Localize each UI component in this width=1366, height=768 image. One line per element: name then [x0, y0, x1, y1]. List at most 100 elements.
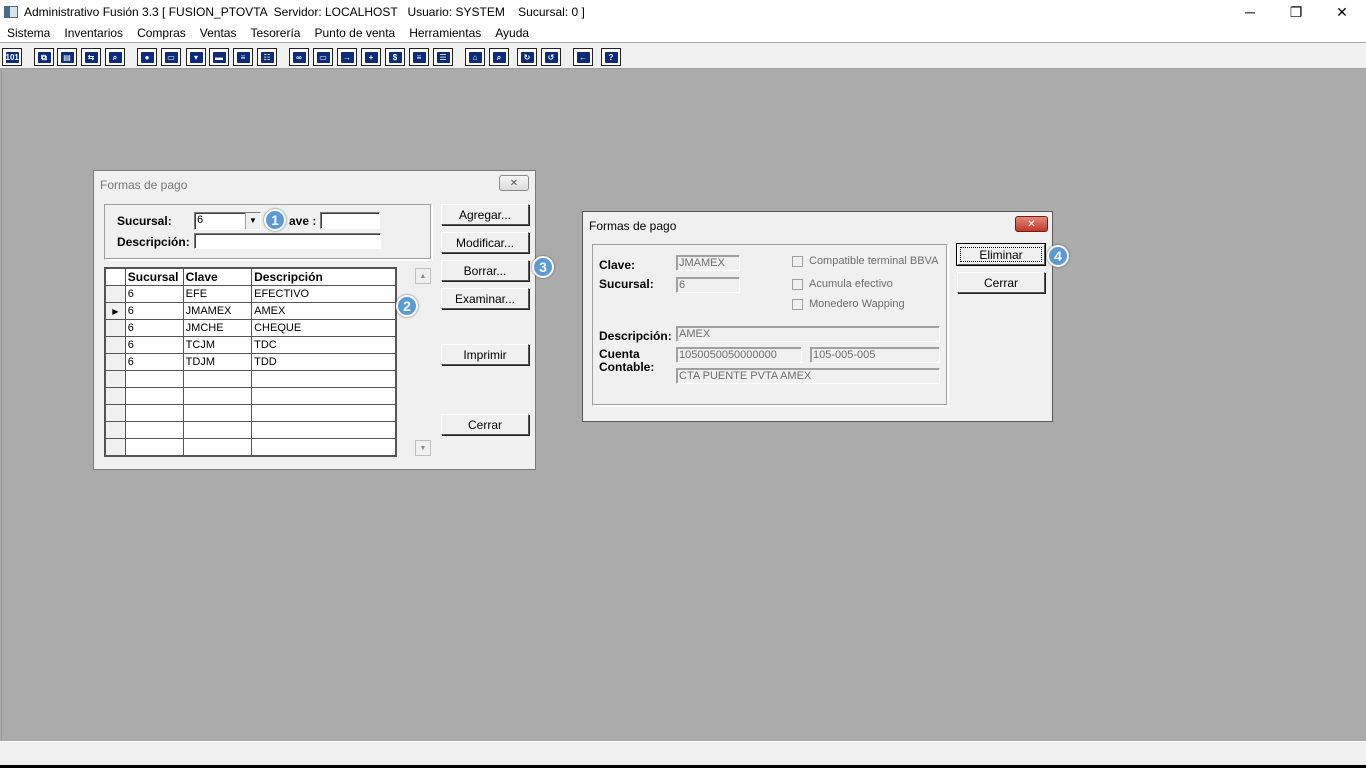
formas-de-pago-grid[interactable]: Sucursal Clave Descripción 6 EFE EFECTIV… — [104, 267, 397, 457]
cuenta-code-field[interactable]: 105-005-005 — [810, 347, 940, 363]
table-row[interactable]: 6 EFE EFECTIVO — [105, 285, 396, 303]
folder-icon[interactable]: ▭ — [161, 48, 181, 66]
back-icon[interactable]: ← — [573, 48, 593, 66]
clave-filter-input[interactable] — [320, 212, 380, 229]
chevron-down-icon[interactable]: ▼ — [245, 213, 260, 229]
grid-scrollbar[interactable] — [415, 267, 432, 457]
window-title: Administrativo Fusión 3.3 [ FUSION_PTOVT… — [24, 5, 585, 19]
clave-field[interactable]: JMAMEX — [676, 255, 740, 271]
binoculars-icon[interactable]: ∞ — [289, 48, 309, 66]
cell-descripcion[interactable]: CHEQUE — [251, 319, 396, 337]
checkbox-box — [792, 255, 803, 267]
cuenta-desc-field[interactable]: CTA PUENTE PVTA AMEX — [676, 368, 940, 384]
cerrar-button[interactable]: Cerrar — [441, 414, 529, 435]
cell-descripcion[interactable]: TDC — [251, 336, 396, 354]
menu-inventarios[interactable]: Inventarios — [57, 26, 130, 40]
table-icon[interactable]: ☷ — [257, 48, 277, 66]
descripcion-filter-input[interactable] — [194, 233, 381, 249]
menu-ayuda[interactable]: Ayuda — [488, 26, 536, 40]
menu-ventas[interactable]: Ventas — [193, 26, 244, 40]
row-indicator: ▶ — [105, 302, 126, 320]
menu-sistema[interactable]: Sistema — [0, 26, 57, 40]
imprimir-button[interactable]: Imprimir — [441, 344, 529, 365]
person-icon[interactable]: ● — [137, 48, 157, 66]
table-row-empty[interactable] — [105, 387, 396, 405]
printer-icon[interactable]: ▬ — [209, 48, 229, 66]
sucursal-select-value: 6 — [197, 214, 204, 226]
sucursal-field[interactable]: 6 — [676, 277, 740, 293]
home-icon[interactable]: ⌂ — [465, 48, 485, 66]
dialog-close-icon[interactable]: ✕ — [1015, 216, 1048, 232]
cuenta-contable-field[interactable]: 1050050050000000 — [676, 347, 802, 363]
table-row[interactable]: 6 TCJM TDC — [105, 336, 396, 354]
status-bar — [0, 741, 1366, 765]
borrar-button[interactable]: Borrar... — [441, 260, 529, 281]
cell-sucursal[interactable]: 6 — [124, 353, 184, 371]
cell-clave[interactable]: JMCHE — [182, 319, 253, 337]
compatible-bbva-checkbox[interactable]: Compatible terminal BBVA — [792, 255, 938, 267]
cell-sucursal[interactable]: 6 — [124, 302, 184, 320]
grid-header-row: Sucursal Clave Descripción — [105, 268, 396, 286]
table-row-empty[interactable] — [105, 438, 396, 456]
cell-descripcion[interactable]: EFECTIVO — [251, 285, 396, 303]
box-icon[interactable]: ▭ — [313, 48, 333, 66]
grid-header-clave[interactable]: Clave — [182, 268, 253, 286]
menu-punto-de-venta[interactable]: Punto de venta — [307, 26, 402, 40]
sucursal-select[interactable]: 6 ▼ — [194, 212, 261, 230]
dollar-icon[interactable]: $ — [385, 48, 405, 66]
cell-clave[interactable]: TDJM — [182, 353, 253, 371]
zoom-icon[interactable]: ⌕ — [489, 48, 509, 66]
export-icon[interactable]: → — [337, 48, 357, 66]
list-icon[interactable]: ☰ — [433, 48, 453, 66]
cell-clave[interactable]: TCJM — [182, 336, 253, 354]
descripcion-field[interactable]: AMEX — [676, 326, 940, 342]
formas-de-pago-list-dialog: Formas de pago ✕ Sucursal: 6 ▼ ave : Des… — [93, 170, 536, 470]
print-icon[interactable]: ▾ — [186, 48, 206, 66]
table-row[interactable]: 6 JMCHE CHEQUE — [105, 319, 396, 337]
agregar-button[interactable]: Agregar... — [441, 204, 529, 225]
modificar-button[interactable]: Modificar... — [441, 232, 529, 253]
table-row[interactable]: ▶ 6 JMAMEX AMEX — [105, 302, 396, 320]
menu-tesoreria[interactable]: Tesorería — [243, 26, 307, 40]
menu-compras[interactable]: Compras — [130, 26, 193, 40]
scroll-down-icon[interactable]: ▼ — [415, 440, 431, 456]
acumula-efectivo-checkbox[interactable]: Acumula efectivo — [792, 278, 893, 290]
help-icon[interactable]: ? — [601, 48, 621, 66]
copy-icon[interactable]: ⧉ — [34, 48, 54, 66]
grid-header-sucursal[interactable]: Sucursal — [124, 268, 184, 286]
document-icon[interactable]: ≡ — [233, 48, 253, 66]
title-bar: Administrativo Fusión 3.3 [ FUSION_PTOVT… — [0, 0, 1366, 24]
grid-header-descripcion[interactable]: Descripción — [251, 268, 396, 286]
dialog-close-icon[interactable]: ✕ — [499, 175, 529, 191]
refresh-icon[interactable]: ↻ — [517, 48, 537, 66]
add-icon[interactable]: + — [361, 48, 381, 66]
exchange-icon[interactable]: ⇆ — [81, 48, 101, 66]
cerrar-button[interactable]: Cerrar — [957, 272, 1045, 293]
menu-herramientas[interactable]: Herramientas — [402, 26, 488, 40]
scroll-up-icon[interactable]: ▲ — [415, 268, 431, 284]
table-row-empty[interactable] — [105, 370, 396, 388]
cell-sucursal[interactable]: 6 — [124, 336, 184, 354]
cell-clave[interactable]: EFE — [182, 285, 253, 303]
dialog-title: Formas de pago — [589, 219, 677, 233]
calculator-icon[interactable]: 101 — [2, 48, 22, 66]
cell-clave[interactable]: JMAMEX — [182, 302, 253, 320]
eliminar-button[interactable]: Eliminar — [957, 244, 1045, 265]
search-doc-icon[interactable]: ⌕ — [105, 48, 125, 66]
restore-button[interactable]: ❐ — [1273, 0, 1319, 24]
cell-descripcion[interactable]: TDD — [251, 353, 396, 371]
paste-icon[interactable]: ▤ — [57, 48, 77, 66]
table-row[interactable]: 6 TDJM TDD — [105, 353, 396, 371]
table-row-empty[interactable] — [105, 404, 396, 422]
cell-sucursal[interactable]: 6 — [124, 285, 184, 303]
table-row-empty[interactable] — [105, 421, 396, 439]
cell-sucursal[interactable]: 6 — [124, 319, 184, 337]
report-icon[interactable]: ≡ — [409, 48, 429, 66]
undo-icon[interactable]: ↺ — [541, 48, 561, 66]
checkbox-label: Acumula efectivo — [809, 278, 893, 290]
close-button[interactable]: ✕ — [1319, 0, 1365, 24]
cell-descripcion[interactable]: AMEX — [251, 302, 396, 320]
monedero-wapping-checkbox[interactable]: Monedero Wapping — [792, 298, 905, 310]
examinar-button[interactable]: Examinar... — [441, 288, 529, 309]
minimize-button[interactable]: ─ — [1227, 0, 1273, 24]
